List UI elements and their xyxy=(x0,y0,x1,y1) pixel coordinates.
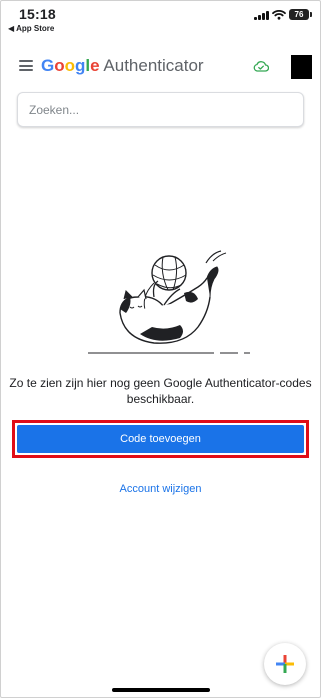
brand-letter: G xyxy=(41,56,55,75)
product-name: Authenticator xyxy=(99,56,204,75)
cat-playing-with-yarn-illustration xyxy=(88,250,250,354)
wifi-icon xyxy=(272,10,286,20)
status-icons: 76 xyxy=(254,9,312,20)
hamburger-menu-icon[interactable] xyxy=(19,60,33,71)
account-avatar[interactable] xyxy=(291,55,312,79)
brand-letter: e xyxy=(90,56,100,75)
search-bar[interactable] xyxy=(17,92,304,127)
brand-letter: o xyxy=(54,56,65,75)
google-logo-text: Google xyxy=(41,56,100,75)
status-time: 15:18 xyxy=(19,6,56,22)
brand-letter: o xyxy=(64,56,76,75)
brand-letter: g xyxy=(75,56,86,75)
empty-state-message: Zo te zien zijn hier nog geen Google Aut… xyxy=(9,376,312,406)
cellular-signal-icon xyxy=(254,10,269,20)
cloud-check-icon[interactable] xyxy=(253,60,269,72)
add-fab-button[interactable] xyxy=(264,643,306,685)
plus-icon xyxy=(276,655,294,673)
add-code-button[interactable]: Code toevoegen xyxy=(17,425,304,453)
back-to-app-store-link[interactable]: ◀ App Store xyxy=(8,24,54,33)
home-indicator[interactable] xyxy=(112,688,210,692)
app-title: Google Authenticator xyxy=(41,56,204,76)
battery-icon: 76 xyxy=(289,9,312,20)
search-input[interactable] xyxy=(18,93,300,126)
switch-account-link[interactable]: Account wijzigen xyxy=(60,483,261,495)
